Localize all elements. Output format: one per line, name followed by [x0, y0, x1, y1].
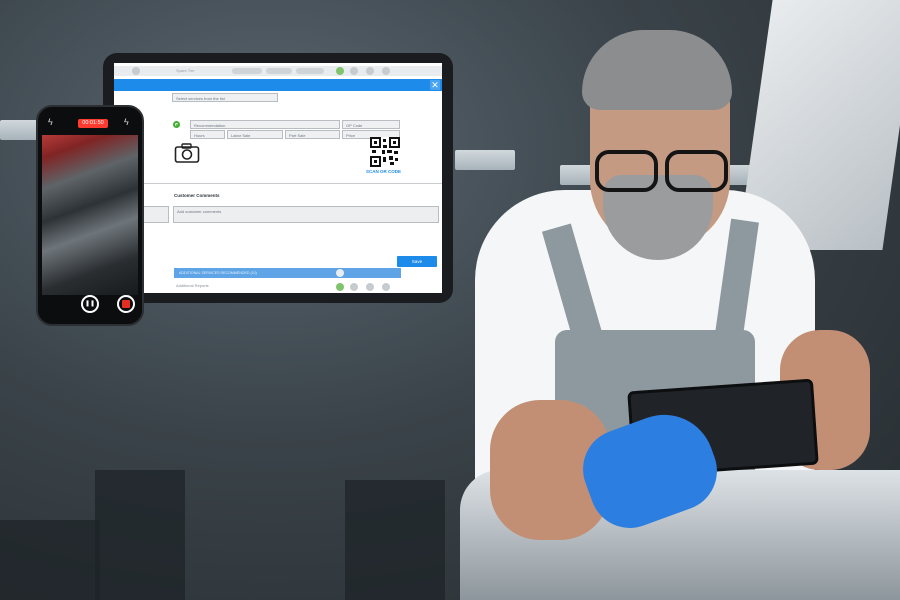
additional-services-bar[interactable]: ADDITIONAL SERVICES RECOMMENDED (10) — [174, 268, 401, 278]
camera-preview — [42, 135, 138, 295]
recommendation-field[interactable]: Recommendation — [190, 120, 340, 129]
ceiling-light — [455, 150, 515, 170]
scan-label: SCAN OR CODE — [366, 169, 402, 174]
part-sale-field[interactable]: Part Sale — [285, 130, 340, 139]
customer-comments-input[interactable]: Add customer comments — [173, 206, 439, 223]
status-dot — [336, 283, 344, 291]
status-dot — [366, 283, 374, 291]
radio-button[interactable] — [173, 121, 180, 128]
save-button[interactable]: Save — [397, 256, 437, 267]
stop-button[interactable] — [117, 295, 135, 313]
tablet-device: Spare Tire ✕ Select services from the li… — [103, 53, 453, 303]
recording-timer: 00:01:50 — [78, 119, 108, 128]
glasses-icon — [595, 150, 735, 192]
camera-icon[interactable] — [174, 142, 200, 164]
hours-field[interactable]: Hours — [190, 130, 225, 139]
mechanic-hair — [582, 30, 732, 110]
status-dot — [350, 283, 358, 291]
tablet-screen: Spare Tire ✕ Select services from the li… — [114, 63, 442, 293]
customer-comments-label: Customer Comments — [174, 193, 220, 198]
workshop-equipment — [0, 520, 100, 600]
toggle-dot — [336, 269, 344, 277]
op-code-field[interactable]: OP Code — [342, 120, 400, 129]
section-divider — [114, 183, 442, 184]
workshop-equipment — [345, 480, 445, 600]
qr-code-icon[interactable] — [370, 137, 400, 167]
workshop-equipment — [95, 470, 185, 600]
pause-button[interactable]: ❚❚ — [81, 295, 99, 313]
status-dot — [382, 283, 390, 291]
flash-off-icon[interactable]: ϟ — [48, 117, 53, 127]
additional-reports-label: Additional Reports — [176, 283, 209, 288]
labor-sale-field[interactable]: Labor Sale — [227, 130, 283, 139]
background-title: Spare Tire — [176, 68, 195, 73]
flash-icon[interactable]: ϟ — [124, 117, 129, 127]
phone-device: ϟ 00:01:50 ϟ ❚❚ — [36, 105, 144, 326]
close-icon[interactable]: ✕ — [430, 80, 440, 90]
background-toolbar: Spare Tire — [114, 66, 442, 76]
service-search-input[interactable]: Select services from the list — [172, 93, 278, 102]
dialog-header: ✕ — [114, 79, 442, 91]
